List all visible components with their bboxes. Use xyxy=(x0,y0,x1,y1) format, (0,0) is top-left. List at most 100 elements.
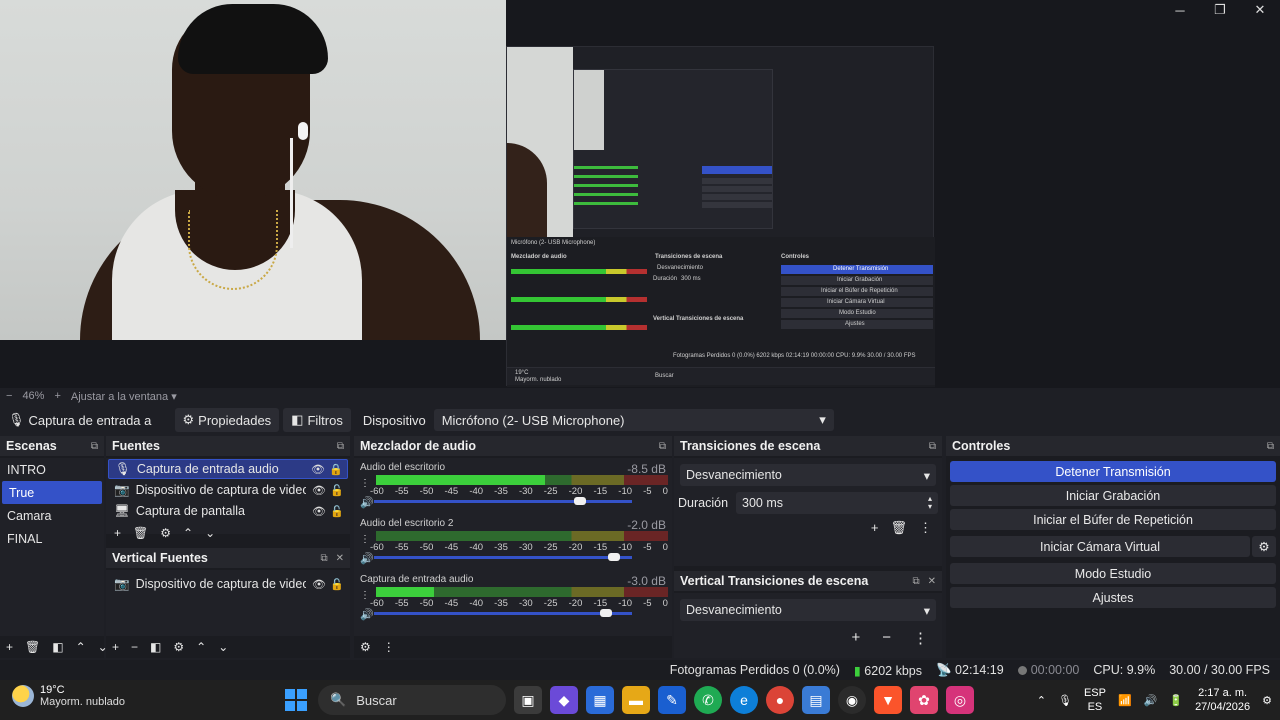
undock-icon[interactable]: ⧉ xyxy=(1267,441,1274,452)
volume-slider-knob[interactable] xyxy=(607,553,620,561)
chrome-icon[interactable]: ● xyxy=(766,686,794,714)
advanced-audio-icon[interactable]: ⚙ xyxy=(360,640,371,654)
speaker-icon[interactable]: 🔊 xyxy=(360,552,374,565)
undock-icon[interactable]: ⧉ xyxy=(91,441,98,452)
speaker-icon[interactable]: 🔊 xyxy=(360,496,374,509)
arrow-down-icon[interactable]: ⌄ xyxy=(218,640,228,654)
scene-item-final[interactable]: FINAL xyxy=(0,527,104,550)
gear-icon[interactable]: ⚙ xyxy=(173,640,184,654)
task-view-icon[interactable]: ▣ xyxy=(514,686,542,714)
undock-icon[interactable]: ⧉ xyxy=(659,441,666,452)
battery-icon[interactable]: 🔋 xyxy=(1169,694,1183,707)
brave-icon[interactable]: ▼ xyxy=(874,686,902,714)
notification-icon[interactable]: ⚙ xyxy=(1262,694,1272,707)
windows-start-icon[interactable] xyxy=(282,686,310,714)
zoom-out-button[interactable]: − xyxy=(6,390,12,402)
trash-icon[interactable]: 🗑 xyxy=(890,520,907,536)
edge-icon[interactable]: e xyxy=(730,686,758,714)
trash-icon[interactable]: 🗑 xyxy=(133,526,148,540)
zoom-in-button[interactable]: + xyxy=(54,390,60,402)
kebab-menu-icon[interactable]: ⋮ xyxy=(360,534,370,545)
eye-icon[interactable]: 👁 xyxy=(311,463,325,476)
start-replay-buffer-button[interactable]: Iniciar el Búfer de Repetición xyxy=(950,509,1276,530)
store-icon[interactable]: ▦ xyxy=(586,686,614,714)
eye-icon[interactable]: 👁 xyxy=(312,578,326,591)
gear-icon[interactable]: ⚙ xyxy=(160,526,171,540)
wifi-icon[interactable]: 📶 xyxy=(1118,694,1132,707)
start-virtual-camera-button[interactable]: Iniciar Cámara Virtual xyxy=(950,536,1250,557)
kebab-menu-icon[interactable]: ⋮ xyxy=(383,640,395,654)
eye-icon[interactable]: 👁 xyxy=(312,505,326,518)
language-indicator[interactable]: ESP ES xyxy=(1084,686,1106,714)
whatsapp-icon[interactable]: ✆ xyxy=(694,686,722,714)
filter-icon[interactable]: ◧ xyxy=(150,640,161,654)
preview-canvas[interactable]: Micrófono (2- USB Microphone) Mezclador … xyxy=(0,0,1280,388)
volume-slider-knob[interactable] xyxy=(600,609,613,617)
undock-icon[interactable]: ⧉ xyxy=(929,441,936,452)
arrow-up-icon[interactable]: ⌃ xyxy=(183,526,193,540)
add-icon[interactable]: + xyxy=(112,640,119,654)
studio-mode-button[interactable]: Modo Estudio xyxy=(950,563,1276,584)
fit-to-window-dropdown[interactable]: Ajustar a la ventana ▾ xyxy=(71,390,177,403)
trash-icon[interactable]: 🗑 xyxy=(25,640,40,654)
minus-icon[interactable]: − xyxy=(131,640,138,654)
photos-icon[interactable]: ▤ xyxy=(802,686,830,714)
add-icon[interactable]: + xyxy=(871,520,879,536)
scene-item-intro[interactable]: INTRO xyxy=(0,458,104,481)
virtual-camera-settings-button[interactable]: ⚙ xyxy=(1252,536,1276,557)
scene-item-camara[interactable]: Camara xyxy=(0,504,104,527)
add-icon[interactable]: + xyxy=(6,640,13,654)
unlock-icon[interactable]: 🔓 xyxy=(330,484,344,497)
device-select[interactable]: Micrófono (2- USB Microphone) ▾ xyxy=(433,409,834,431)
source-item-video-device[interactable]: 📷 Dispositivo de captura de video 👁 🔓 xyxy=(108,480,348,500)
undock-icon[interactable]: ⧉ xyxy=(337,441,344,452)
kebab-menu-icon[interactable]: ⋮ xyxy=(913,629,928,647)
unlock-icon[interactable]: 🔓 xyxy=(330,578,344,591)
taskbar-search[interactable]: 🔍 Buscar xyxy=(318,685,506,715)
close-icon[interactable]: ✕ xyxy=(1240,0,1280,20)
speaker-icon[interactable]: 🔊 xyxy=(360,608,374,621)
instagram-icon[interactable]: ◎ xyxy=(946,686,974,714)
filters-button[interactable]: ◧ Filtros xyxy=(283,408,351,432)
start-recording-button[interactable]: Iniciar Grabación xyxy=(950,485,1276,506)
properties-button[interactable]: ⚙ Propiedades xyxy=(174,408,280,432)
microphone-icon[interactable]: 🎙 xyxy=(1058,694,1072,707)
obs-icon[interactable]: ◉ xyxy=(838,686,866,714)
undock-icon[interactable]: ⧉ xyxy=(320,553,327,564)
stop-streaming-button[interactable]: Detener Transmisión xyxy=(950,461,1276,482)
add-icon[interactable]: + xyxy=(114,526,121,540)
arrow-down-icon[interactable]: ⌄ xyxy=(205,526,215,540)
duration-input[interactable]: 300 ms ▴ ▾ xyxy=(736,492,938,514)
volume-slider[interactable] xyxy=(374,553,632,561)
davinci-icon[interactable]: ✿ xyxy=(910,686,938,714)
arrow-up-icon[interactable]: ⌃ xyxy=(196,640,206,654)
volume-slider-knob[interactable] xyxy=(574,497,587,505)
copilot-icon[interactable]: ◆ xyxy=(550,686,578,714)
volume-slider[interactable] xyxy=(374,497,632,505)
add-icon[interactable]: + xyxy=(851,629,860,647)
source-item-audio-input[interactable]: 🎙 Captura de entrada audio 👁 🔒 xyxy=(108,459,348,479)
kebab-menu-icon[interactable]: ⋮ xyxy=(919,520,932,536)
scene-item-true[interactable]: True xyxy=(2,481,102,504)
close-icon[interactable]: ✕ xyxy=(336,553,344,564)
undock-icon[interactable]: ⧉ xyxy=(912,576,919,587)
arrow-up-icon[interactable]: ⌃ xyxy=(76,640,86,654)
file-explorer-icon[interactable]: ▬ xyxy=(622,686,650,714)
settings-button[interactable]: Ajustes xyxy=(950,587,1276,608)
vertical-source-item-video-device[interactable]: 📷 Dispositivo de captura de video 👁 🔓 xyxy=(108,574,348,594)
kebab-menu-icon[interactable]: ⋮ xyxy=(360,590,370,601)
volume-slider[interactable] xyxy=(374,609,632,617)
vertical-transition-select[interactable]: Desvanecimiento ▾ xyxy=(680,599,936,621)
volume-icon[interactable]: 🔊 xyxy=(1144,694,1158,707)
close-icon[interactable]: ✕ xyxy=(928,576,936,587)
source-item-screen-capture[interactable]: 🖥 Captura de pantalla 👁 🔓 xyxy=(108,501,348,521)
lock-icon[interactable]: 🔒 xyxy=(329,463,343,476)
restore-icon[interactable]: ❐ xyxy=(1200,0,1240,20)
chevron-up-icon[interactable]: ⌃ xyxy=(1037,694,1046,707)
weather-widget[interactable]: 19°C Mayorm. nublado xyxy=(12,684,125,708)
editor-icon[interactable]: ✎ xyxy=(658,686,686,714)
filter-icon[interactable]: ◧ xyxy=(52,640,63,654)
kebab-menu-icon[interactable]: ⋮ xyxy=(360,478,370,489)
minimize-icon[interactable]: ─ xyxy=(1160,0,1200,20)
spinner-icon[interactable]: ▴ ▾ xyxy=(928,495,932,511)
